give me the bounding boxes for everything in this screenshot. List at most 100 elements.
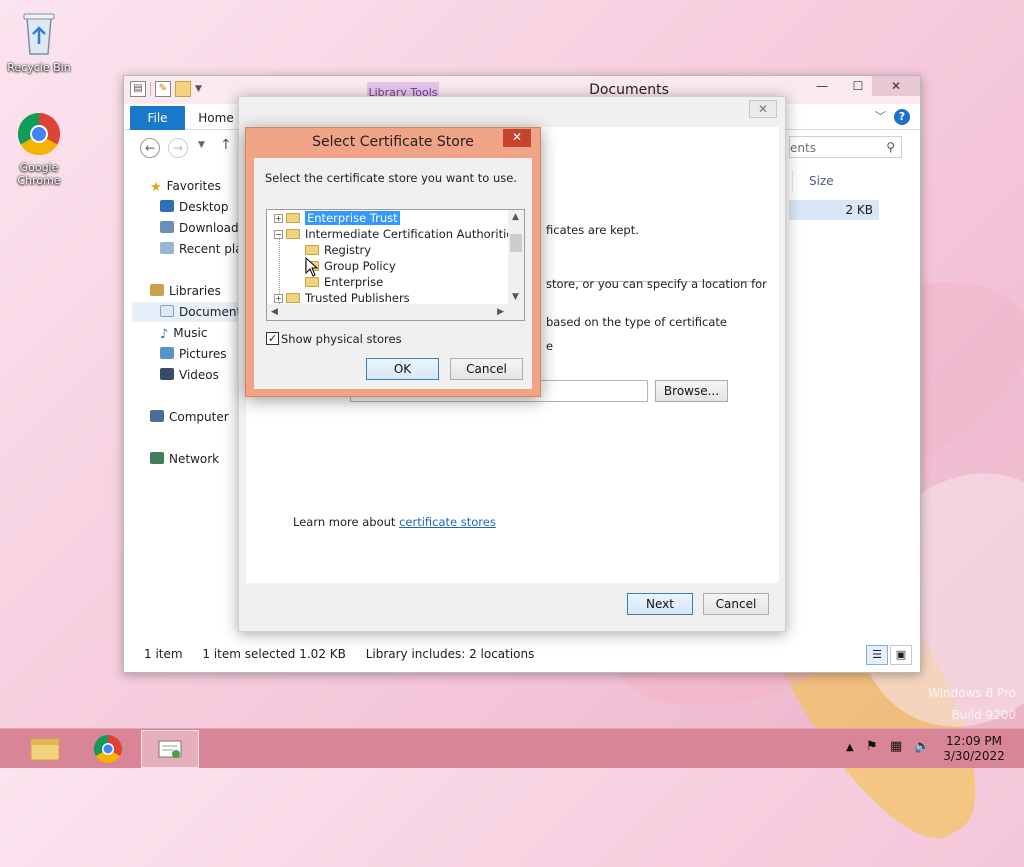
new-folder-icon[interactable]: ✎ <box>155 81 171 97</box>
os-watermark: Windows 8 Pro <box>928 686 1016 700</box>
tree-node-intermediate-ca[interactable]: − Intermediate Certification Authorities <box>274 226 519 242</box>
mouse-cursor-icon <box>305 256 319 280</box>
nav-label: Videos <box>179 368 219 382</box>
taskbar-certificate-manager[interactable] <box>141 730 199 768</box>
select-certificate-store-dialog: Select Certificate Store ✕ Select the ce… <box>245 127 541 397</box>
wizard-close-icon[interactable]: ✕ <box>749 100 777 118</box>
tree-node-enterprise-trust[interactable]: + Enterprise Trust <box>274 210 400 226</box>
nav-libraries[interactable]: Libraries <box>150 281 242 301</box>
taskbar-file-explorer[interactable] <box>16 730 74 768</box>
details-view-icon[interactable]: ☰ <box>866 645 888 665</box>
wizard-cancel-button[interactable]: Cancel <box>703 593 769 615</box>
tree-label: Trusted Publishers <box>305 291 410 305</box>
next-button[interactable]: Next <box>627 593 693 615</box>
system-clock[interactable]: 12:09 PM 3/30/2022 <box>936 734 1012 764</box>
scroll-up-icon[interactable]: ▲ <box>512 212 519 222</box>
dialog-body: Select the certificate store you want to… <box>254 158 532 389</box>
large-icons-view-icon[interactable]: ▣ <box>890 645 912 665</box>
ok-button[interactable]: OK <box>366 358 439 380</box>
videos-icon <box>160 368 174 380</box>
chevron-down-icon[interactable]: ﹀ <box>875 108 886 124</box>
nav-favorites[interactable]: ★ Favorites <box>150 176 242 196</box>
show-physical-stores-checkbox[interactable]: ✓ <box>266 332 279 345</box>
nav-label: Music <box>173 326 208 340</box>
nav-label: Computer <box>169 410 229 424</box>
file-row-size[interactable]: 2 KB <box>789 200 879 220</box>
expand-icon[interactable]: + <box>274 294 283 303</box>
scroll-down-icon[interactable]: ▼ <box>512 292 519 302</box>
wizard-text: ficates are kept. <box>546 223 639 237</box>
scroll-right-icon[interactable]: ▶ <box>497 307 504 317</box>
customize-dropdown-icon[interactable]: ▼ <box>195 84 202 94</box>
volume-muted-icon[interactable]: 🔈 <box>914 739 930 754</box>
star-icon: ★ <box>150 180 162 195</box>
nav-label: Favorites <box>166 179 221 193</box>
tree-label: Enterprise Trust <box>305 211 400 225</box>
nav-recent-places[interactable]: Recent places <box>160 239 242 259</box>
expand-icon[interactable]: + <box>274 214 283 223</box>
desktop-icon-label: Recycle Bin <box>7 61 71 74</box>
tree-label: Intermediate Certification Authorities <box>305 227 520 241</box>
dialog-cancel-button[interactable]: Cancel <box>450 358 523 380</box>
nav-label: Desktop <box>179 200 229 214</box>
recent-places-icon <box>160 242 174 254</box>
nav-pictures[interactable]: Pictures <box>160 344 242 364</box>
tree-horizontal-scrollbar[interactable]: ◀ ▶ <box>267 304 524 320</box>
nav-desktop[interactable]: Desktop <box>160 197 242 217</box>
tree-vertical-scrollbar[interactable]: ▲ ▼ <box>508 210 524 304</box>
desktop-icon <box>160 200 174 212</box>
recent-locations-icon[interactable]: ▼ <box>198 140 205 150</box>
action-center-flag-icon[interactable]: ⚑ <box>866 739 878 754</box>
dialog-close-icon[interactable]: ✕ <box>503 129 531 147</box>
folder-icon <box>286 213 300 223</box>
nav-label: Pictures <box>179 347 227 361</box>
maximize-icon[interactable]: ☐ <box>846 76 870 96</box>
folder-icon[interactable] <box>175 81 191 97</box>
tab-home[interactable]: Home <box>191 106 241 130</box>
desktop-icon-recycle-bin[interactable]: Recycle Bin <box>4 8 74 74</box>
desktop-icon-google-chrome[interactable]: Google Chrome <box>4 112 74 187</box>
clock-time: 12:09 PM <box>946 734 1002 748</box>
taskbar-chrome[interactable] <box>79 730 137 768</box>
dialog-prompt: Select the certificate store you want to… <box>265 171 517 185</box>
nav-label: Downloads <box>179 221 242 235</box>
properties-icon[interactable]: ▤ <box>130 81 146 97</box>
certificate-stores-link[interactable]: certificate stores <box>399 515 496 529</box>
downloads-icon <box>160 221 174 233</box>
minimize-icon[interactable]: — <box>810 76 834 96</box>
back-icon[interactable]: ← <box>140 138 160 158</box>
search-input[interactable]: ents ⚲ <box>789 136 902 158</box>
network-tray-icon[interactable]: ▦ <box>890 739 902 754</box>
folder-icon <box>305 245 319 255</box>
nav-music[interactable]: ♪ Music <box>160 323 242 343</box>
navigation-pane: ★ Favorites Desktop Downloads Recent plac… <box>124 162 242 642</box>
chrome-icon <box>94 735 122 763</box>
column-header-size[interactable]: Size <box>792 170 884 192</box>
documents-icon <box>160 305 174 317</box>
nav-label: Network <box>169 452 220 466</box>
tree-node-registry[interactable]: Registry <box>305 242 371 258</box>
show-hidden-icons-icon[interactable]: ▲ <box>846 742 854 753</box>
up-arrow-icon[interactable]: ↑ <box>220 137 232 153</box>
nav-label: Libraries <box>169 284 221 298</box>
tree-label: Enterprise <box>324 275 384 289</box>
status-selection: 1 item selected 1.02 KB <box>202 647 346 661</box>
close-icon[interactable]: ✕ <box>872 76 920 96</box>
nav-downloads[interactable]: Downloads <box>160 218 242 238</box>
nav-network[interactable]: Network <box>150 449 242 469</box>
nav-computer[interactable]: Computer <box>150 407 242 427</box>
certificate-icon <box>158 740 182 758</box>
scroll-left-icon[interactable]: ◀ <box>271 307 278 317</box>
wizard-text: store, or you can specify a location for <box>546 277 767 291</box>
tree-label: Group Policy <box>324 259 396 273</box>
forward-icon[interactable]: → <box>168 138 188 158</box>
file-explorer-icon <box>30 738 60 761</box>
browse-button[interactable]: Browse... <box>655 380 728 402</box>
tab-file[interactable]: File <box>130 106 185 130</box>
search-placeholder: ents <box>790 141 816 155</box>
help-icon[interactable]: ? <box>894 109 910 125</box>
nav-documents[interactable]: Documents <box>132 302 242 322</box>
scrollbar-thumb[interactable] <box>510 234 522 252</box>
nav-videos[interactable]: Videos <box>160 365 242 385</box>
status-library: Library includes: 2 locations <box>365 647 535 661</box>
